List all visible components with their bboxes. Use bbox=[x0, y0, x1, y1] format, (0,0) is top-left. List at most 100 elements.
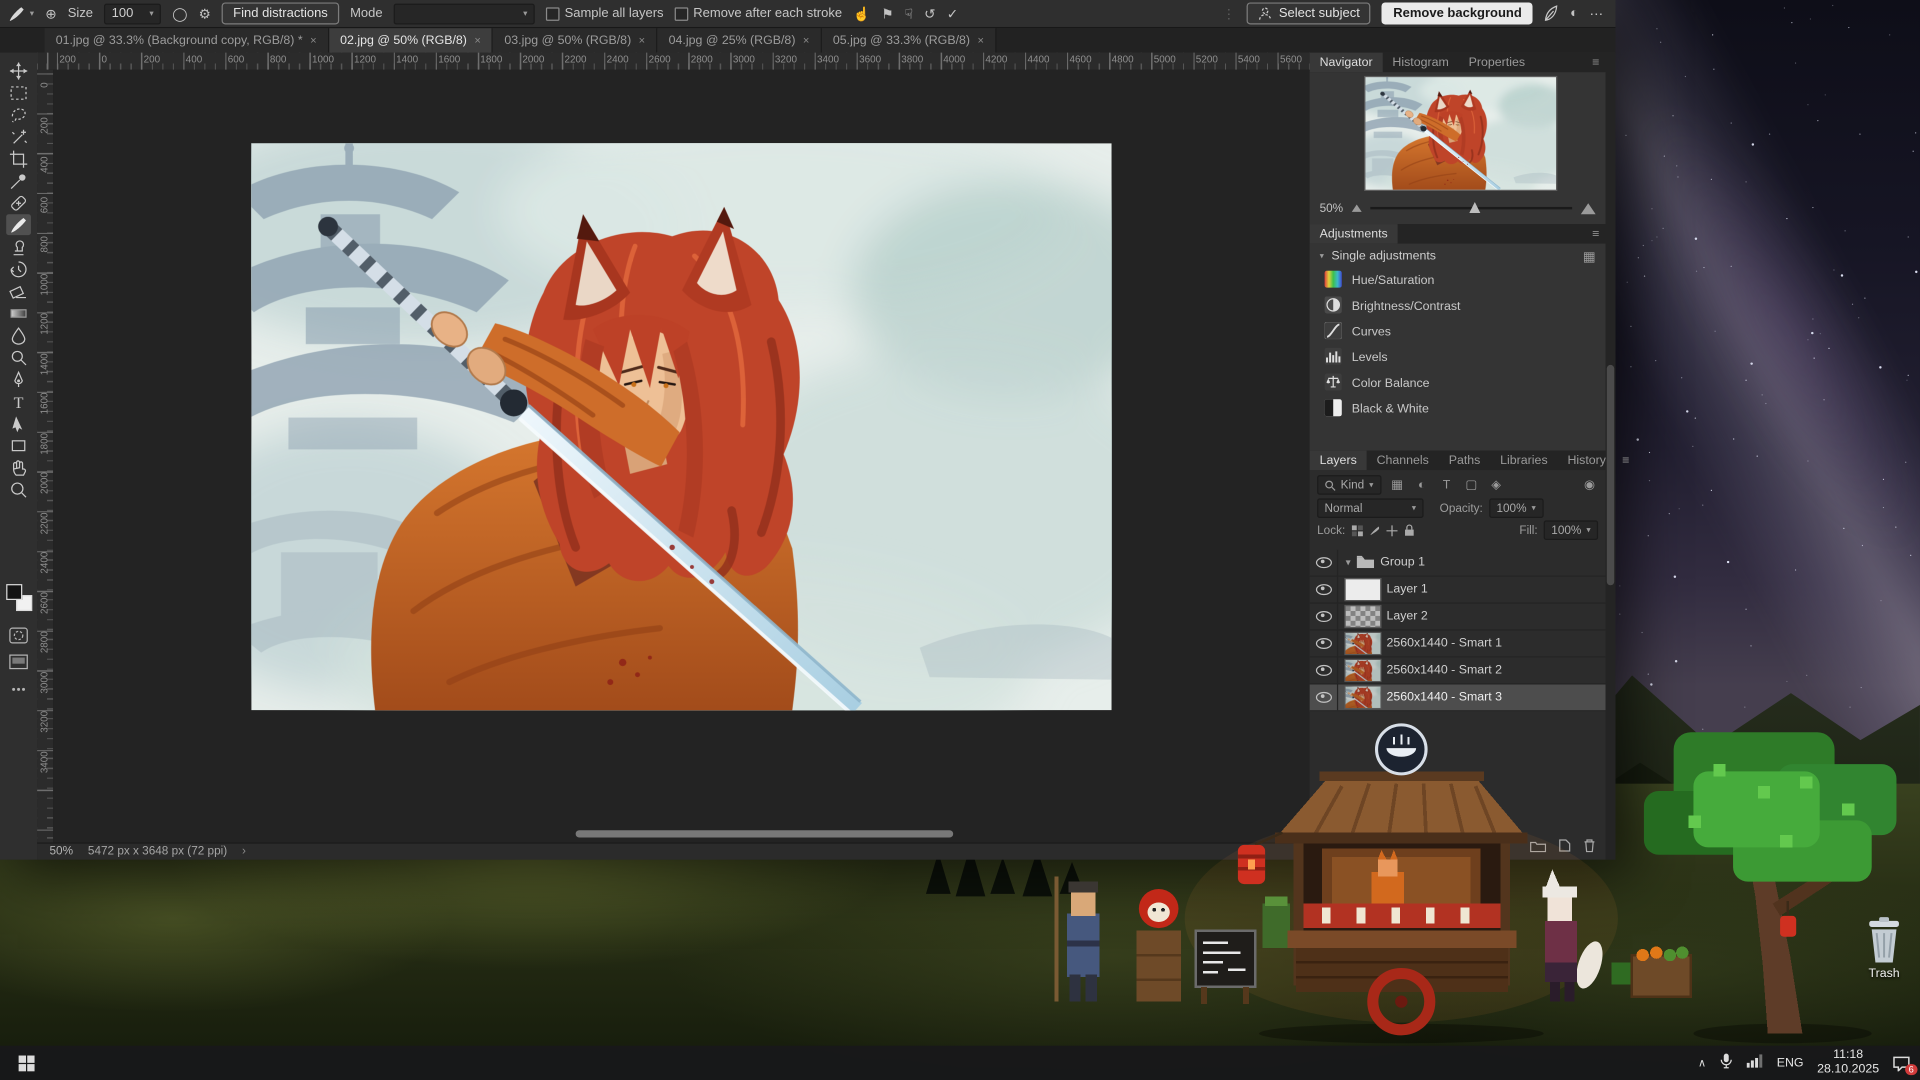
document-canvas[interactable] bbox=[251, 143, 1111, 710]
feather-icon[interactable] bbox=[1544, 5, 1559, 22]
navigator-zoom-slider[interactable] bbox=[1370, 207, 1572, 209]
lock-pixels-icon[interactable] bbox=[1369, 525, 1380, 536]
network-icon[interactable] bbox=[1747, 1054, 1763, 1071]
tool-crop[interactable] bbox=[6, 148, 31, 169]
tab-properties[interactable]: Properties bbox=[1459, 53, 1535, 73]
gear-icon[interactable]: ⚙ bbox=[199, 6, 211, 22]
mode-select[interactable]: ▾ bbox=[394, 3, 535, 24]
filter-smart-object-icon[interactable]: ◈ bbox=[1487, 478, 1504, 491]
tool-lasso[interactable] bbox=[6, 104, 31, 125]
tool-type[interactable]: T bbox=[6, 391, 31, 412]
screen-mode-button[interactable] bbox=[6, 651, 31, 672]
tab-close-icon[interactable]: × bbox=[803, 34, 810, 46]
commit-check-icon[interactable]: ✓ bbox=[947, 6, 958, 22]
layer-visibility-toggle[interactable] bbox=[1310, 550, 1338, 576]
layer-row[interactable]: Layer 2 bbox=[1310, 604, 1606, 631]
find-distractions-button[interactable]: Find distractions bbox=[222, 2, 339, 24]
tool-remove-brush[interactable] bbox=[6, 214, 31, 235]
remove-after-stroke-checkbox[interactable]: Remove after each stroke bbox=[675, 6, 842, 21]
layer-thumbnail[interactable] bbox=[1346, 660, 1381, 681]
navigator-preview[interactable] bbox=[1365, 77, 1556, 190]
tool-pen[interactable] bbox=[6, 369, 31, 390]
zoom-slider-thumb[interactable] bbox=[1469, 202, 1480, 213]
add-brush-icon[interactable]: ⊕ bbox=[45, 6, 56, 22]
layer-row[interactable]: Layer 1 bbox=[1310, 577, 1606, 604]
layer-row[interactable]: 2560x1440 - Smart 2 bbox=[1310, 658, 1606, 685]
tool-clone-stamp[interactable] bbox=[6, 236, 31, 257]
adjustment-item[interactable]: Curves bbox=[1310, 320, 1606, 346]
adjustment-item[interactable]: Color Balance bbox=[1310, 371, 1606, 397]
microphone-icon[interactable] bbox=[1720, 1053, 1734, 1073]
tab-close-icon[interactable]: × bbox=[310, 34, 317, 46]
tool-eyedropper[interactable] bbox=[6, 170, 31, 191]
zoom-out-icon[interactable] bbox=[1352, 204, 1362, 211]
status-zoom[interactable]: 50% bbox=[50, 845, 74, 858]
like-icon[interactable]: ☝ bbox=[853, 6, 870, 22]
document-tab[interactable]: 04.jpg @ 25% (RGB/8)× bbox=[658, 28, 822, 52]
language-indicator[interactable]: ENG bbox=[1777, 1056, 1804, 1069]
document-tab[interactable]: 01.jpg @ 33.3% (Background copy, RGB/8) … bbox=[45, 28, 329, 52]
layer-row[interactable]: 2560x1440 - Smart 3 bbox=[1310, 684, 1606, 711]
hardness-icon[interactable]: ◯ bbox=[172, 6, 187, 22]
undo-icon[interactable]: ↺ bbox=[924, 6, 935, 22]
blend-mode-select[interactable]: Normal ▾ bbox=[1317, 498, 1423, 518]
layer-thumbnail[interactable] bbox=[1346, 579, 1381, 600]
dislike-icon[interactable]: ☟ bbox=[905, 6, 913, 22]
tab-layers[interactable]: Layers bbox=[1310, 451, 1367, 471]
layer-visibility-toggle[interactable] bbox=[1310, 631, 1338, 657]
tab-channels[interactable]: Channels bbox=[1367, 451, 1439, 471]
tab-close-icon[interactable]: × bbox=[639, 34, 646, 46]
layer-row[interactable]: ▾Group 1 bbox=[1310, 550, 1606, 577]
layer-thumbnail[interactable] bbox=[1346, 687, 1381, 708]
filter-shape-icon[interactable]: ▢ bbox=[1463, 478, 1480, 491]
size-select[interactable]: 100 ▾ bbox=[104, 3, 161, 24]
adjustment-item[interactable]: Levels bbox=[1310, 345, 1606, 371]
tab-close-icon[interactable]: × bbox=[474, 34, 481, 46]
fill-select[interactable]: 100% ▾ bbox=[1544, 520, 1598, 540]
start-button[interactable] bbox=[0, 1046, 52, 1080]
panel-menu-icon[interactable]: ≡ bbox=[1616, 451, 1636, 471]
grid-view-icon[interactable]: ▦ bbox=[1583, 248, 1596, 264]
layer-row[interactable]: 2560x1440 - Smart 1 bbox=[1310, 631, 1606, 658]
tool-eraser[interactable] bbox=[6, 280, 31, 301]
tab-close-icon[interactable]: × bbox=[977, 34, 984, 46]
panel-menu-icon[interactable]: ≡ bbox=[1586, 224, 1606, 244]
tool-dodge[interactable] bbox=[6, 347, 31, 368]
tab-navigator[interactable]: Navigator bbox=[1310, 53, 1383, 73]
remove-background-button[interactable]: Remove background bbox=[1382, 2, 1533, 24]
vertical-ruler[interactable]: 0200400600800100012001400160018002000220… bbox=[37, 70, 54, 843]
zoom-in-icon[interactable] bbox=[1581, 203, 1596, 214]
layer-thumbnail[interactable] bbox=[1346, 633, 1381, 654]
tool-shape[interactable] bbox=[6, 435, 31, 456]
filter-toggle-icon[interactable]: ◉ bbox=[1581, 478, 1598, 491]
tool-hand[interactable] bbox=[6, 457, 31, 478]
edit-toolbar-button[interactable] bbox=[6, 678, 31, 699]
foreground-color-swatch[interactable] bbox=[6, 584, 22, 600]
panel-menu-icon[interactable]: ≡ bbox=[1586, 53, 1606, 73]
document-tab[interactable]: 02.jpg @ 50% (RGB/8)× bbox=[329, 28, 493, 52]
filter-adjustment-icon[interactable]: ◐ bbox=[1413, 478, 1430, 491]
adjustment-item[interactable]: Brightness/Contrast bbox=[1310, 294, 1606, 320]
tool-healing[interactable] bbox=[6, 192, 31, 213]
document-tab[interactable]: 03.jpg @ 50% (RGB/8)× bbox=[493, 28, 657, 52]
contrast-icon[interactable]: ◐ bbox=[1570, 6, 1578, 21]
flag-icon[interactable]: ⚑ bbox=[881, 6, 893, 22]
layer-visibility-toggle[interactable] bbox=[1310, 577, 1338, 603]
select-subject-button[interactable]: Select subject bbox=[1247, 2, 1371, 24]
filter-type-icon[interactable]: T bbox=[1438, 478, 1455, 491]
notification-button[interactable]: 6 bbox=[1893, 1055, 1910, 1071]
clock[interactable]: 11:18 28.10.2025 bbox=[1817, 1048, 1879, 1077]
tool-zoom[interactable] bbox=[6, 479, 31, 500]
layer-visibility-toggle[interactable] bbox=[1310, 604, 1338, 630]
tool-blur[interactable] bbox=[6, 324, 31, 345]
horizontal-ruler[interactable]: 2000200400600800100012001400160018002000… bbox=[37, 53, 1310, 71]
opacity-select[interactable]: 100% ▾ bbox=[1489, 498, 1543, 518]
tab-histogram[interactable]: Histogram bbox=[1383, 53, 1459, 73]
tool-move[interactable] bbox=[6, 60, 31, 81]
color-swatches[interactable] bbox=[6, 584, 32, 611]
more-options-icon[interactable]: ⋯ bbox=[1589, 6, 1603, 22]
canvas-horizontal-scrollbar[interactable] bbox=[576, 830, 954, 837]
tool-history-brush[interactable] bbox=[6, 258, 31, 279]
tray-chevron-icon[interactable]: ∧ bbox=[1698, 1056, 1706, 1069]
tab-adjustments[interactable]: Adjustments bbox=[1310, 224, 1398, 244]
